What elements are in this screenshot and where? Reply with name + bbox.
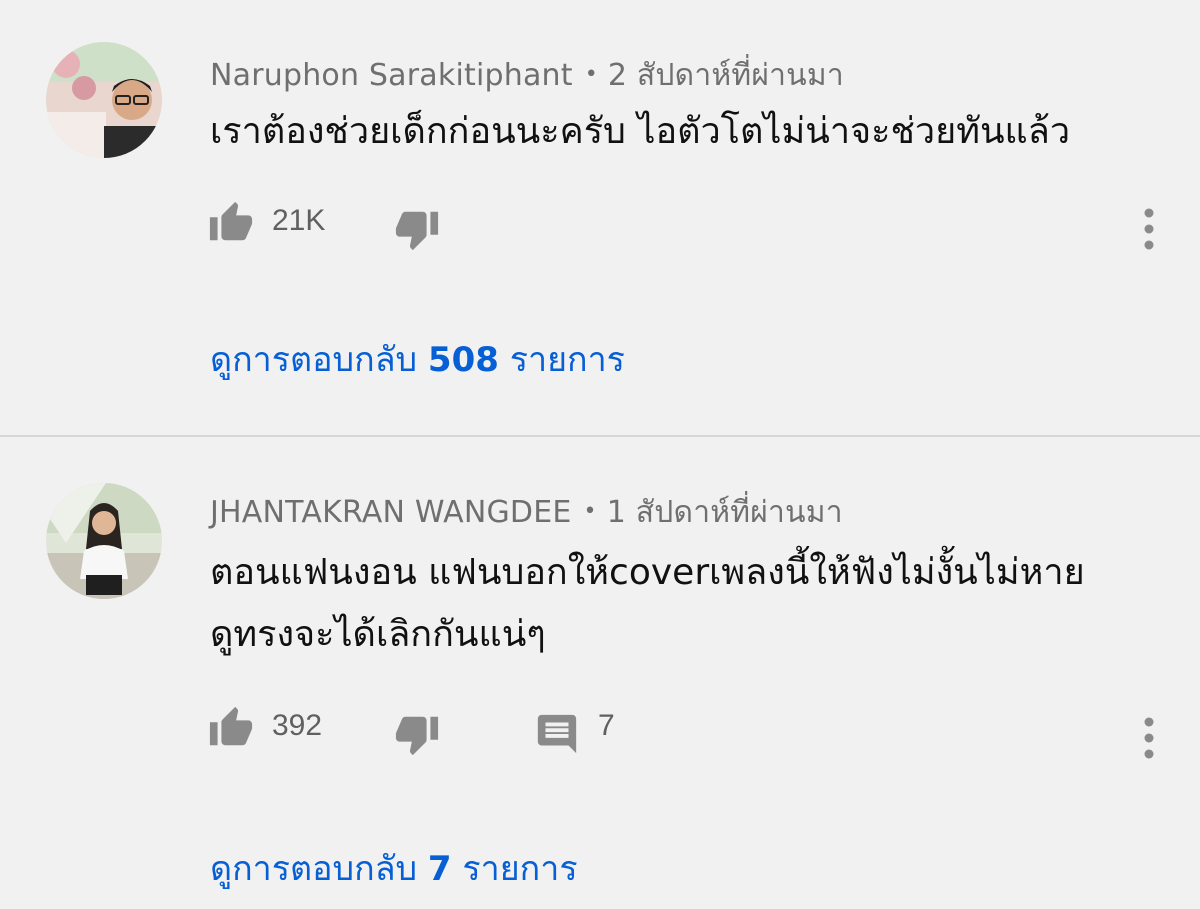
comment-text-line: ตอนแฟนงอน แฟนบอกให้coverเพลงนี้ให้ฟังไม่… bbox=[210, 552, 1085, 593]
comment-actions: 21K bbox=[208, 200, 1168, 260]
view-replies-prefix: ดูการตอบกลับ bbox=[210, 849, 418, 889]
view-replies-count: 7 bbox=[427, 849, 452, 889]
view-replies-suffix: รายการ bbox=[462, 849, 578, 889]
view-replies-prefix: ดูการตอบกลับ bbox=[210, 340, 418, 380]
dislike-icon[interactable] bbox=[394, 711, 440, 757]
like-count: 21K bbox=[272, 204, 326, 237]
like-count: 392 bbox=[272, 709, 323, 742]
author-name[interactable]: Naruphon Sarakitiphant bbox=[210, 58, 573, 93]
dislike-icon[interactable] bbox=[394, 206, 440, 252]
comment-text: ตอนแฟนงอน แฟนบอกให้coverเพลงนี้ให้ฟังไม่… bbox=[210, 545, 1170, 663]
reply-count: 7 bbox=[598, 709, 615, 742]
comment-time: 2 สัปดาห์ที่ผ่านมา bbox=[607, 58, 844, 93]
avatar[interactable] bbox=[46, 483, 162, 599]
comment-meta: Naruphon Sarakitiphant • 2 สัปดาห์ที่ผ่านม… bbox=[210, 52, 844, 99]
more-options-icon[interactable] bbox=[1134, 204, 1164, 254]
separator-dot: • bbox=[583, 499, 597, 524]
comment-text: เราต้องช่วยเด็กก่อนนะครับ ไอตัวโตไม่น่าจ… bbox=[210, 111, 1071, 152]
view-replies-count: 508 bbox=[427, 340, 499, 380]
comment-meta: JHANTAKRAN WANGDEE • 1 สัปดาห์ที่ผ่านมา bbox=[210, 489, 843, 536]
more-options-icon[interactable] bbox=[1134, 713, 1164, 763]
avatar[interactable] bbox=[46, 42, 162, 158]
comment-reply-icon[interactable] bbox=[534, 711, 580, 757]
view-replies-link[interactable]: ดูการตอบกลับ 7 รายการ bbox=[210, 841, 578, 895]
comment-time: 1 สัปดาห์ที่ผ่านมา bbox=[606, 495, 843, 530]
view-replies-suffix: รายการ bbox=[509, 340, 625, 380]
like-icon[interactable] bbox=[208, 200, 254, 246]
comment-item: Naruphon Sarakitiphant • 2 สัปดาห์ที่ผ่านม… bbox=[0, 0, 1200, 436]
view-replies-link[interactable]: ดูการตอบกลับ 508 รายการ bbox=[210, 332, 625, 386]
comment-text-line: ดูทรงจะได้เลิกกันแน่ๆ bbox=[210, 614, 546, 655]
separator-dot: • bbox=[584, 62, 598, 87]
comment-actions: 392 7 bbox=[208, 705, 1168, 765]
author-name[interactable]: JHANTAKRAN WANGDEE bbox=[210, 495, 572, 530]
comment-item: JHANTAKRAN WANGDEE • 1 สัปดาห์ที่ผ่านมา ตอ… bbox=[0, 437, 1200, 909]
like-icon[interactable] bbox=[208, 705, 254, 751]
